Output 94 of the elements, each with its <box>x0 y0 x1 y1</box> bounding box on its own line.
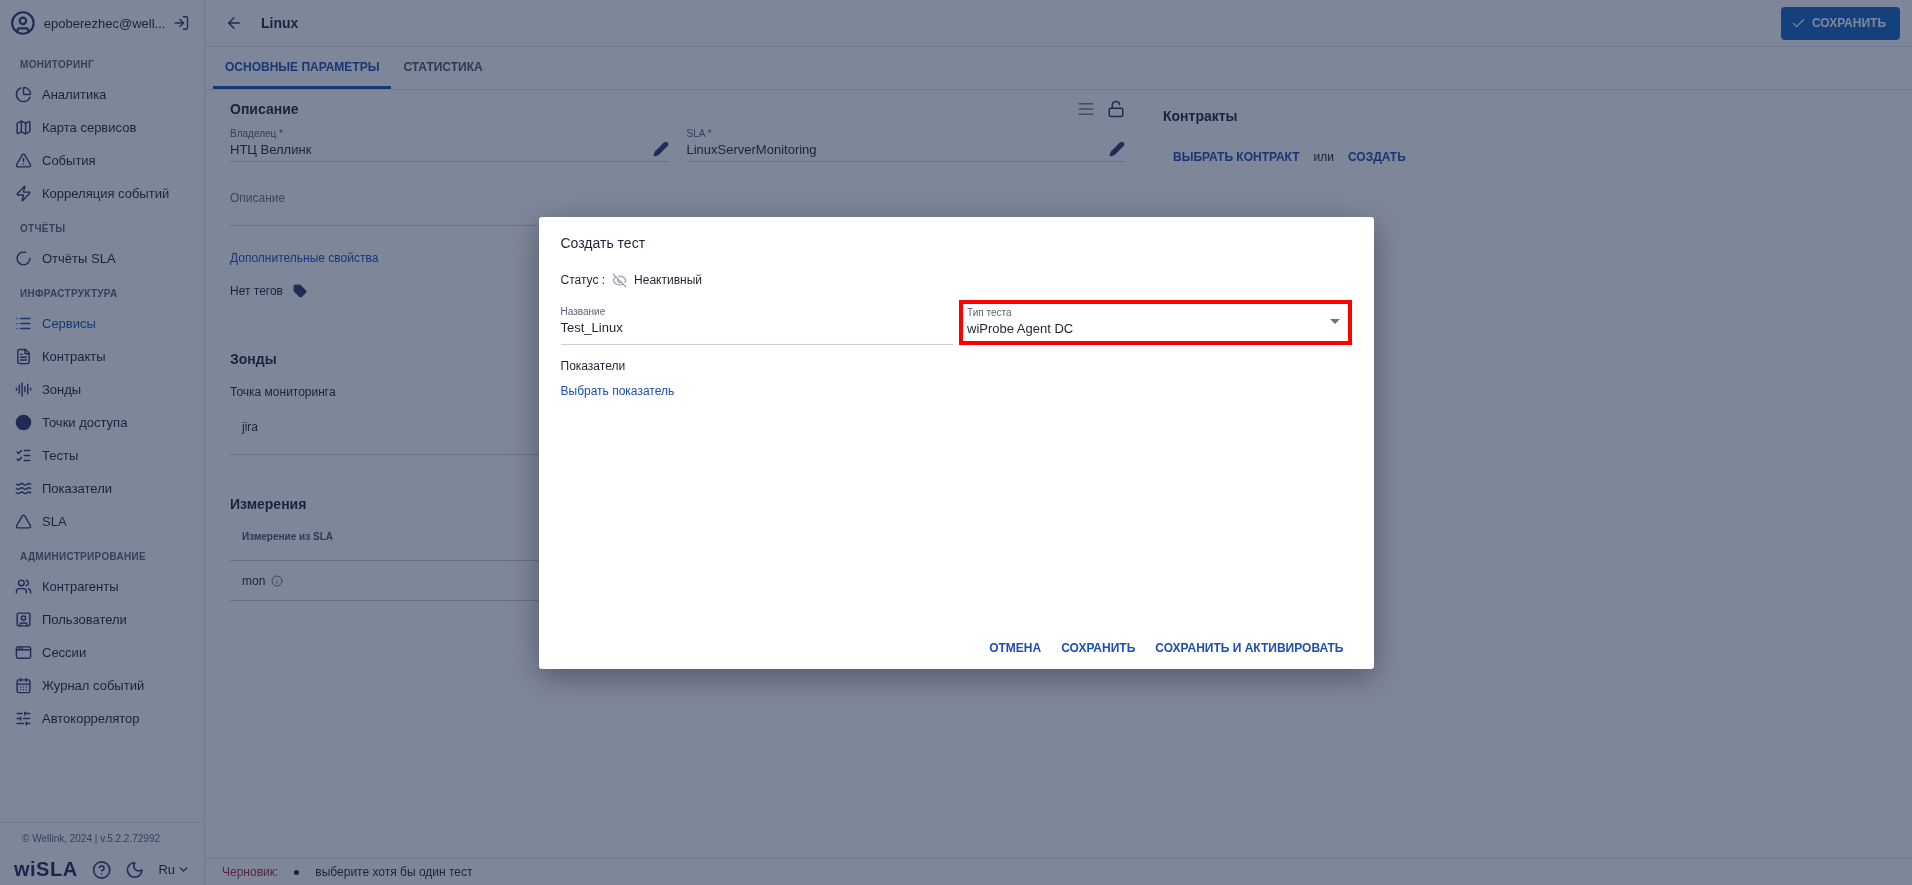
dialog-button[interactable]: СОХРАНИТЬ И АКТИВИРОВАТЬ <box>1155 640 1344 655</box>
dialog-title: Создать тест <box>560 234 647 251</box>
checklist-icon <box>15 447 32 464</box>
logo: wiSLA <box>14 858 78 881</box>
text-field[interactable]: SLA * LinuxServerMonitoring <box>686 124 1125 162</box>
section-heading: Описание <box>230 101 299 117</box>
tags-label: Нет тегов <box>230 284 283 298</box>
probe-label: Точка мониторинга <box>230 385 336 399</box>
section-heading: Контракты <box>1163 108 1239 124</box>
status-label: Статус : <box>560 273 606 287</box>
warning-icon <box>15 152 32 169</box>
nav-item[interactable]: Карта сервисов <box>0 111 204 144</box>
section-heading: Измерения <box>230 496 307 512</box>
field-value: LinuxServerMonitoring <box>686 142 818 157</box>
nav-item[interactable]: Автокоррелятор <box>0 702 204 735</box>
document-icon <box>15 348 32 365</box>
inactive-icon <box>612 272 628 288</box>
tab[interactable]: ОСНОВНЫЕ ПАРАМЕТРЫ <box>213 47 392 89</box>
people-icon <box>15 578 32 595</box>
tab[interactable]: СТАТИСТИКА <box>391 47 495 89</box>
user-card-icon <box>15 611 32 628</box>
back-icon[interactable] <box>225 14 243 32</box>
nav-item[interactable]: Отчёты SLA <box>0 242 204 275</box>
nav-item[interactable]: Сессии <box>0 636 204 669</box>
extra-properties-link[interactable]: Дополнительные свойства <box>230 251 379 265</box>
choose-contract-button[interactable]: ВЫБРАТЬ КОНТРАКТ <box>1173 150 1300 164</box>
language-select[interactable]: Ru <box>158 862 190 877</box>
map-icon <box>15 119 32 136</box>
metrics-label: Показатели <box>560 358 627 373</box>
probe-item: jira <box>242 420 258 434</box>
nav-item[interactable]: Зонды <box>0 373 204 406</box>
field-value: Test_Linux <box>560 320 624 335</box>
nav-item[interactable]: Контрагенты <box>0 570 204 603</box>
dropdown-caret-icon <box>1329 318 1340 324</box>
status-message: выберите хотя бы один тест <box>315 865 473 879</box>
section-heading: Зонды <box>230 351 277 367</box>
lines-icon[interactable] <box>1077 100 1095 118</box>
dialog-button[interactable]: ОТМЕНА <box>989 640 1042 655</box>
or-text: или <box>1313 150 1334 164</box>
draft-label: Черновик: <box>222 865 279 879</box>
pie-chart-icon <box>15 86 32 103</box>
unlock-icon[interactable] <box>1107 100 1125 118</box>
nav-item[interactable]: Аналитика <box>0 78 204 111</box>
copyright: © Wellink, 2024 | v.5.2.2.72992 <box>21 833 161 846</box>
nav-item[interactable]: Пользователи <box>0 603 204 636</box>
dialog-button[interactable]: СОХРАНИТЬ <box>1061 640 1136 655</box>
nav-item[interactable]: Показатели <box>0 472 204 505</box>
field-label: Владелец * <box>230 128 284 139</box>
status-value: Неактивный <box>634 273 703 287</box>
nav-item[interactable]: Журнал событий <box>0 669 204 702</box>
calendar-icon <box>15 677 32 694</box>
avatar-icon <box>10 9 36 37</box>
field-value: wiProbe Agent DC <box>967 320 1075 336</box>
moon-icon[interactable] <box>125 859 145 880</box>
section-title: МОНИТОРИНГ <box>19 58 95 72</box>
select-field[interactable]: Тип теста wiProbe Agent DC <box>959 299 1352 345</box>
column-header: Измерение из SLA <box>242 531 333 542</box>
section-title: ИНФРАСТРУКТУРА <box>19 287 119 301</box>
text-field[interactable]: Владелец * НТЦ Веллинк <box>230 124 669 162</box>
field-label: SLA * <box>686 128 713 139</box>
nav-item[interactable]: Тесты <box>0 439 204 472</box>
waves-icon <box>15 480 32 497</box>
nav-item[interactable]: События <box>0 144 204 177</box>
nav-item[interactable]: Сервисы <box>0 307 204 340</box>
field-label: Тип теста <box>967 306 1013 318</box>
save-button[interactable]: СОХРАНИТЬ <box>1780 6 1900 40</box>
nav-item[interactable]: Контракты <box>0 340 204 373</box>
triangle-icon <box>15 513 32 530</box>
bullet-icon <box>294 869 300 875</box>
user-email: epoberezhec@well... <box>43 15 166 31</box>
table-cell: mon <box>242 573 266 588</box>
page-title: Linux <box>261 15 300 31</box>
info-icon[interactable] <box>271 574 284 587</box>
edit-icon[interactable] <box>1109 141 1125 157</box>
circle-icon <box>15 414 32 431</box>
list-icon <box>15 315 32 332</box>
sliders-icon <box>15 710 32 727</box>
text-field[interactable]: Название Test_Linux <box>560 299 953 345</box>
edit-icon[interactable] <box>652 141 669 157</box>
lightning-icon <box>15 185 32 202</box>
tag-icon[interactable] <box>292 284 307 298</box>
section-title: ОТЧЁТЫ <box>19 221 67 236</box>
nav-item[interactable]: Корреляция событий <box>0 177 204 210</box>
nav-item[interactable]: SLA <box>0 505 204 538</box>
sound-bars-icon <box>15 381 32 398</box>
window-icon <box>15 644 32 661</box>
field-value: НТЦ Веллинк <box>230 142 313 157</box>
choose-metric-link[interactable]: Выбрать показатель <box>560 383 675 398</box>
logout-icon[interactable] <box>173 14 190 32</box>
nav-item[interactable]: Точки доступа <box>0 406 204 439</box>
section-title: АДМИНИСТРИРОВАНИЕ <box>19 550 148 564</box>
create-button[interactable]: СОЗДАТЬ <box>1348 150 1406 164</box>
field-label: Название <box>560 306 607 317</box>
help-icon[interactable] <box>91 859 111 880</box>
